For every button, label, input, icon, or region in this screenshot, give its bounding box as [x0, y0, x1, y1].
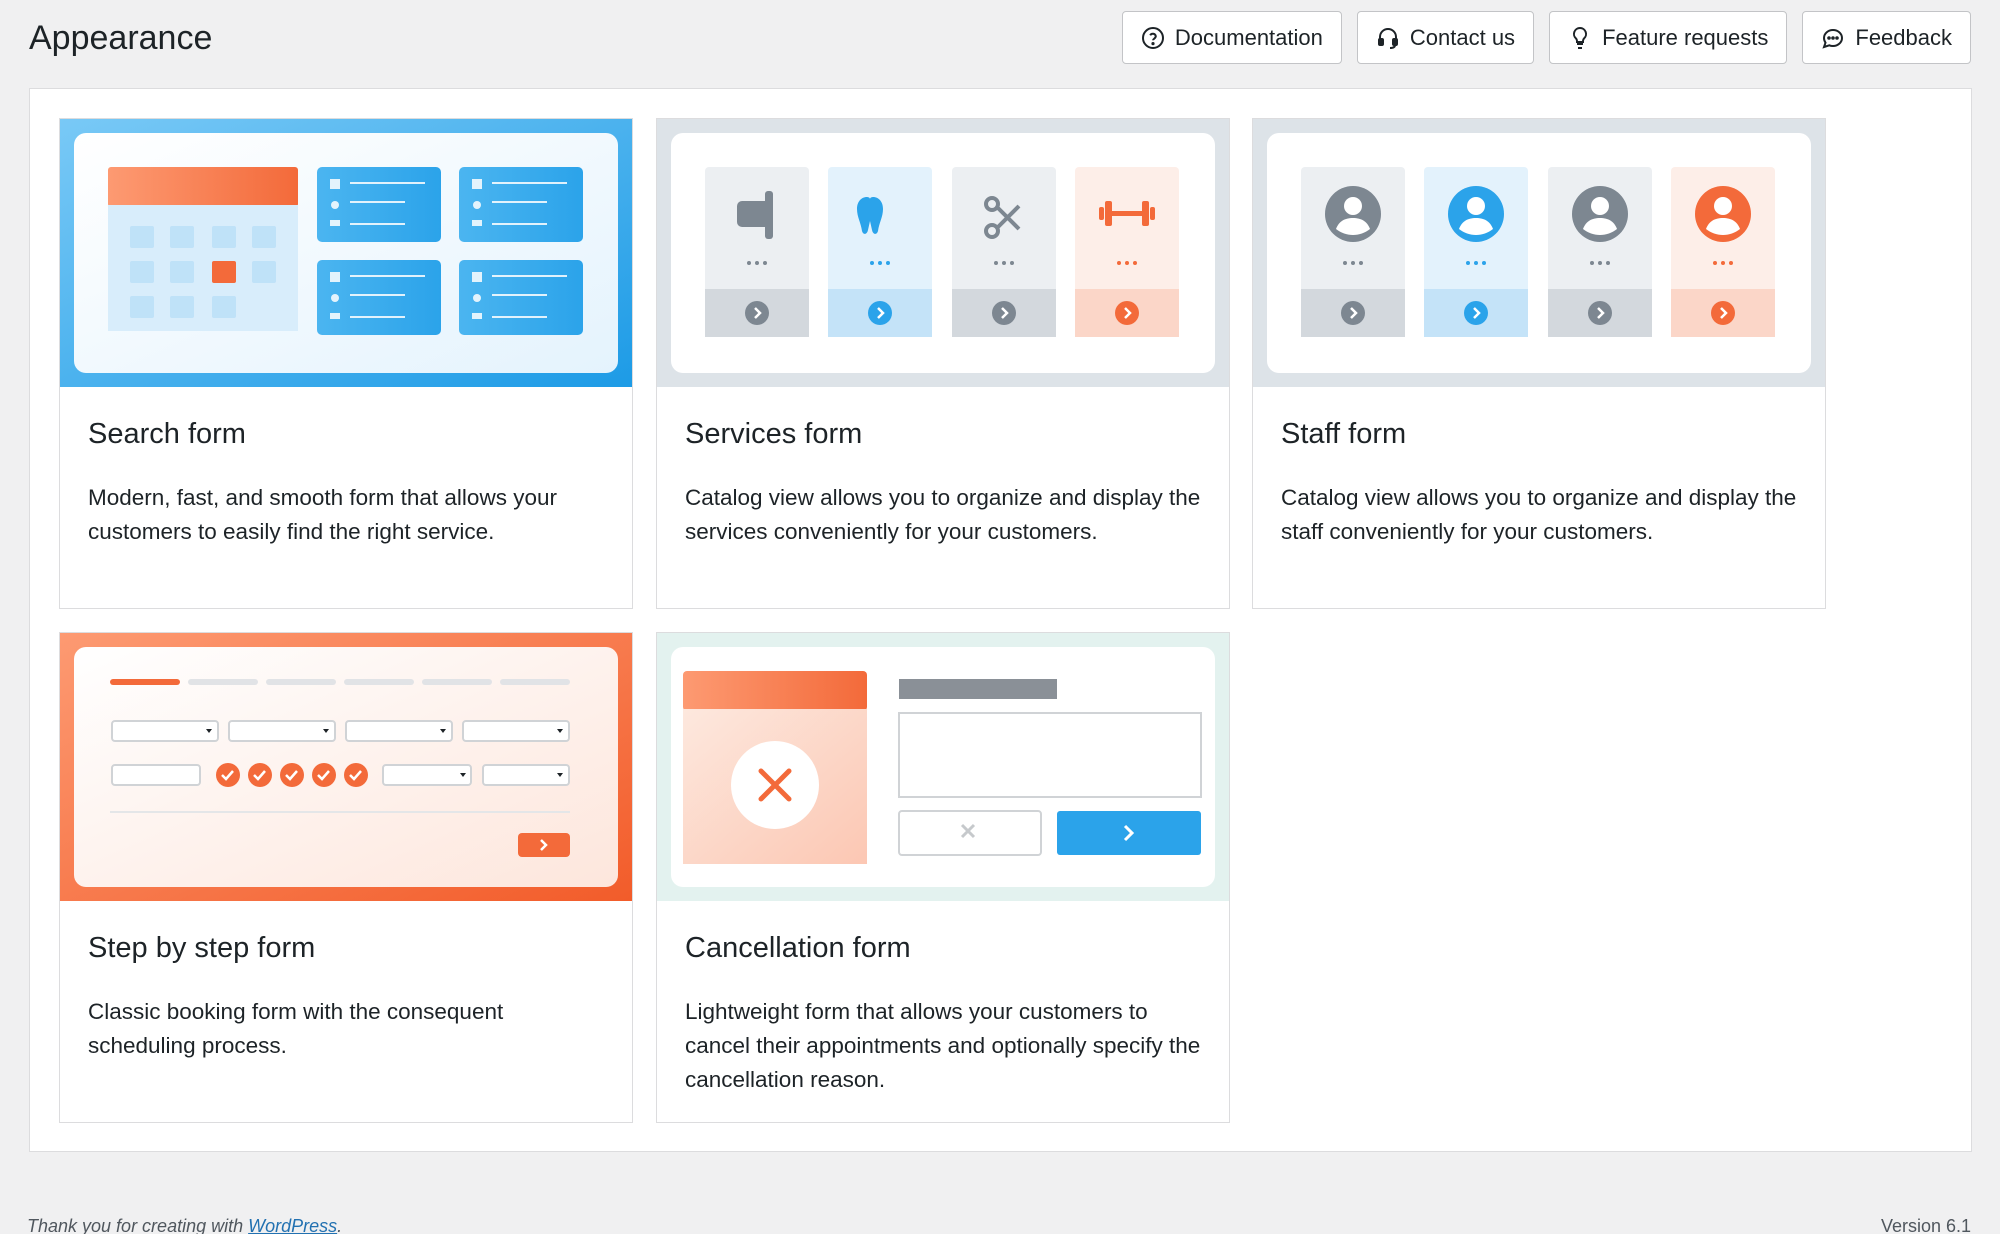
cancellation-form-thumbnail	[657, 633, 1229, 901]
chat-bubble-icon	[1822, 28, 1844, 49]
search-form-thumbnail	[60, 119, 632, 387]
page-title: Appearance	[29, 19, 213, 57]
step-by-step-form-card[interactable]: Step by step form Classic booking form w…	[59, 632, 633, 1123]
search-form-card[interactable]: Search form Modern, fast, and smooth for…	[59, 118, 633, 609]
feedback-label: Feedback	[1855, 24, 1952, 50]
header-actions: Documentation Contact us Feature request…	[1121, 11, 1971, 64]
feedback-button[interactable]: Feedback	[1802, 11, 1971, 64]
contact-us-label: Contact us	[1409, 24, 1516, 50]
documentation-button[interactable]: Documentation	[1121, 11, 1342, 64]
staff-form-card[interactable]: Staff form Catalog view allows you to or…	[1252, 118, 1826, 609]
step-by-step-form-thumbnail	[60, 633, 632, 901]
headset-icon	[1377, 27, 1398, 49]
card-description: Catalog view allows you to organize and …	[685, 485, 1201, 544]
services-form-card[interactable]: Services form Catalog view allows you to…	[656, 118, 1230, 609]
services-form-thumbnail	[657, 119, 1229, 387]
footer-version: Version 6.1	[1880, 1216, 1971, 1234]
footer-thanks: Thank you for creating with WordPress.	[27, 1216, 342, 1234]
card-title: Search form	[88, 418, 246, 450]
footer-thanks-suffix: .	[337, 1216, 343, 1234]
card-description: Catalog view allows you to organize and …	[1281, 485, 1797, 544]
documentation-label: Documentation	[1174, 24, 1323, 50]
card-description: Lightweight form that allows your custom…	[685, 999, 1201, 1092]
feature-requests-label: Feature requests	[1602, 24, 1769, 50]
lightbulb-icon	[1573, 26, 1588, 49]
contact-us-button[interactable]: Contact us	[1356, 11, 1535, 64]
card-title: Services form	[685, 418, 863, 450]
footer-thanks-prefix: Thank you for creating with	[27, 1216, 244, 1234]
feature-requests-button[interactable]: Feature requests	[1549, 11, 1788, 64]
forms-panel: Search form Modern, fast, and smooth for…	[29, 88, 1972, 1152]
card-title: Cancellation form	[685, 932, 911, 964]
question-circle-icon	[1141, 26, 1164, 49]
wordpress-link[interactable]: WordPress	[248, 1216, 337, 1234]
card-title: Step by step form	[88, 932, 316, 964]
cancellation-form-card[interactable]: Cancellation form Lightweight form that …	[656, 632, 1230, 1123]
card-title: Staff form	[1281, 418, 1407, 450]
card-description: Classic booking form with the consequent…	[88, 999, 504, 1058]
staff-form-thumbnail	[1253, 119, 1825, 387]
card-description: Modern, fast, and smooth form that allow…	[88, 485, 557, 544]
